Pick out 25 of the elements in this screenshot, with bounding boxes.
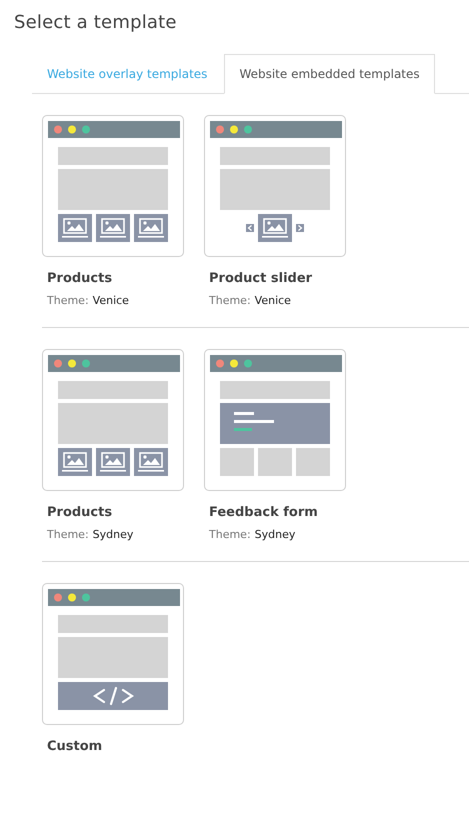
theme-name: Venice	[254, 294, 291, 307]
image-icon	[138, 218, 164, 238]
theme-label: Theme:	[47, 294, 89, 307]
theme-label: Theme:	[47, 528, 89, 541]
theme-name: Sydney	[254, 528, 296, 541]
template-name: Products	[47, 505, 114, 520]
tab[interactable]: Website embedded templates	[224, 54, 435, 94]
template-name: Products	[47, 271, 114, 286]
page-title: Select a template	[14, 12, 178, 33]
theme-label: Theme:	[209, 294, 251, 307]
right-arrow-icon	[296, 224, 304, 232]
theme-label: Theme:	[209, 528, 251, 541]
template-name: Feedback form	[209, 505, 319, 520]
left-arrow-icon	[246, 224, 254, 232]
theme-name: Venice	[92, 294, 129, 307]
theme-name: Sydney	[92, 528, 134, 541]
image-icon	[62, 218, 88, 238]
code-icon	[93, 686, 134, 706]
template-name: Custom	[47, 739, 104, 754]
image-icon	[62, 452, 88, 472]
template-name: Product slider	[209, 271, 314, 286]
image-icon	[138, 452, 164, 472]
image-icon	[100, 452, 126, 472]
image-icon	[100, 218, 126, 238]
image-icon	[262, 218, 288, 238]
